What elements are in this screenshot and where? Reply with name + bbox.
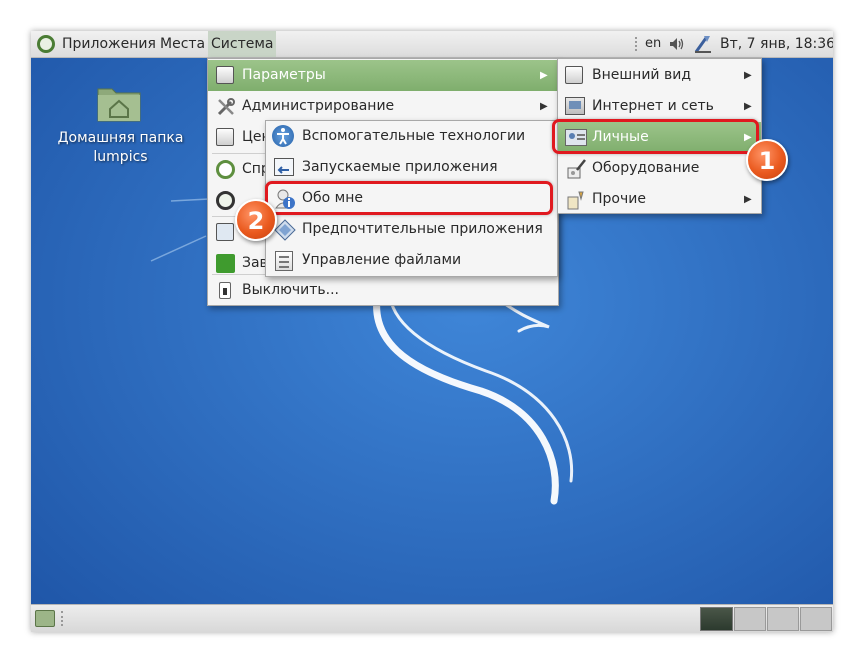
menu-item-internet-network-label: Интернет и сеть <box>592 98 714 114</box>
appearance-icon <box>565 66 583 84</box>
menu-item-appearance[interactable]: Внешний вид ▶ <box>558 60 761 91</box>
menu-item-preferences-label: Параметры <box>242 67 326 83</box>
menu-item-preferred-apps[interactable]: Предпочтительные приложения <box>266 214 557 245</box>
menu-item-file-management-label: Управление файлами <box>302 252 462 268</box>
workspace-switcher-2[interactable] <box>734 607 766 631</box>
bottom-panel <box>31 604 833 632</box>
file-management-icon <box>275 251 293 271</box>
network-tool-icon[interactable] <box>694 34 712 54</box>
help-icon <box>216 160 235 179</box>
submenu-arrow-icon: ▶ <box>744 70 752 81</box>
volume-icon[interactable] <box>669 37 685 51</box>
preferred-apps-icon <box>274 219 296 241</box>
step-badge-1: 1 <box>746 139 788 181</box>
menu-item-shutdown-label: Выключить... <box>242 282 339 298</box>
applications-menu[interactable]: Приложения <box>62 31 156 57</box>
menu-item-file-management[interactable]: Управление файлами <box>266 245 557 276</box>
menu-item-preferred-apps-label: Предпочтительные приложения <box>302 221 543 237</box>
menu-item-other[interactable]: Прочие ▶ <box>558 184 761 215</box>
menu-item-startup-apps-label: Запускаемые приложения <box>302 159 498 175</box>
places-menu[interactable]: Места <box>160 31 205 57</box>
network-icon <box>565 97 585 115</box>
menu-item-shutdown[interactable]: Выключить... <box>208 275 558 305</box>
accessibility-icon <box>272 125 294 147</box>
folder-icon <box>97 88 141 122</box>
home-folder-label-line2: lumpics <box>93 149 148 165</box>
step-badge-2: 2 <box>235 199 277 241</box>
panel-drag-handle <box>61 611 65 626</box>
home-folder-desktop-icon[interactable] <box>96 83 142 123</box>
submenu-arrow-icon: ▶ <box>744 194 752 205</box>
logout-icon <box>216 254 235 273</box>
workspace-switcher-1[interactable] <box>700 607 733 631</box>
home-folder-label: Домашняя папка lumpics <box>49 129 192 167</box>
top-panel: Приложения Места Система en Вт, 7 янв, 1… <box>31 31 833 58</box>
highlight-box-personal <box>552 119 759 154</box>
desktop-screen: Приложения Места Система en Вт, 7 янв, 1… <box>31 31 833 632</box>
panel-drag-handle <box>635 37 639 51</box>
about-debian-icon <box>216 191 235 210</box>
menu-item-other-label: Прочие <box>592 191 646 207</box>
system-menu[interactable]: Система <box>208 31 277 57</box>
menu-item-hardware[interactable]: Оборудование <box>558 153 761 184</box>
menu-item-internet-network[interactable]: Интернет и сеть ▶ <box>558 91 761 122</box>
other-icon <box>565 189 587 211</box>
clock[interactable]: Вт, 7 янв, 18:36 <box>720 31 833 57</box>
workspace-switcher-4[interactable] <box>800 607 832 631</box>
highlight-box-about-me <box>265 181 553 215</box>
menu-item-administration[interactable]: Администрирование ▶ <box>208 91 558 122</box>
lock-screen-icon <box>216 223 234 241</box>
menu-item-hardware-label: Оборудование <box>592 160 700 176</box>
hardware-icon <box>565 158 587 180</box>
control-center-icon <box>216 128 234 146</box>
menu-item-accessibility[interactable]: Вспомогательные технологии <box>266 121 557 152</box>
startup-apps-icon <box>274 158 294 176</box>
submenu-arrow-icon: ▶ <box>540 70 548 81</box>
admin-tools-icon <box>216 97 236 117</box>
debian-swirl-icon <box>37 35 55 53</box>
preferences-icon <box>216 66 234 84</box>
shutdown-icon <box>219 282 231 299</box>
submenu-arrow-icon: ▶ <box>744 101 752 112</box>
workspace-switcher-3[interactable] <box>767 607 799 631</box>
submenu-arrow-icon: ▶ <box>540 101 548 112</box>
menu-item-appearance-label: Внешний вид <box>592 67 692 83</box>
keyboard-layout-indicator[interactable]: en <box>645 31 661 57</box>
menu-item-preferences[interactable]: Параметры ▶ <box>208 60 558 91</box>
home-folder-label-line1: Домашняя папка <box>57 130 184 146</box>
menu-item-accessibility-label: Вспомогательные технологии <box>302 128 526 144</box>
menu-item-startup-apps[interactable]: Запускаемые приложения <box>266 152 557 183</box>
menu-item-administration-label: Администрирование <box>242 98 395 114</box>
show-desktop-icon[interactable] <box>35 610 55 627</box>
